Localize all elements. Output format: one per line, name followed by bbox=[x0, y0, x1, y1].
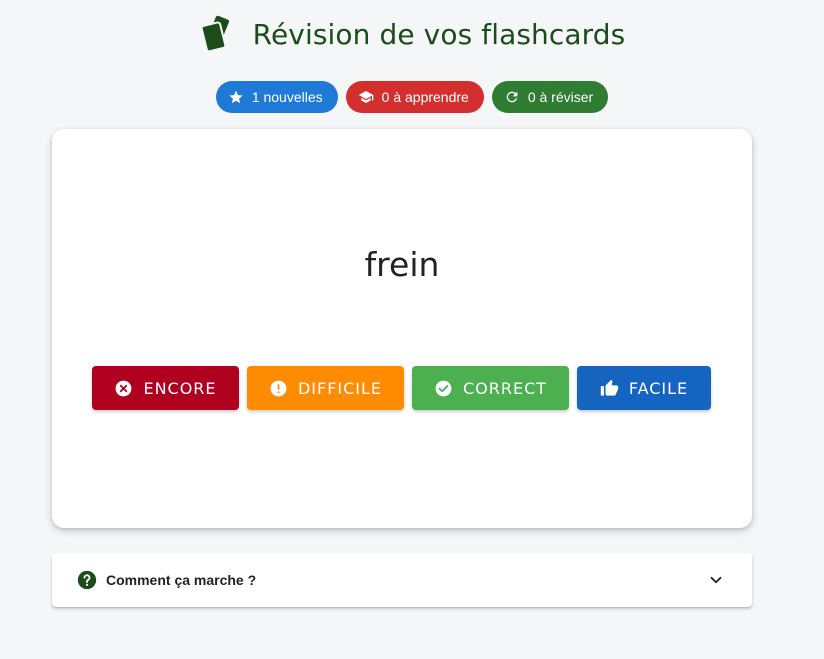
cards-icon bbox=[200, 15, 229, 53]
new-count-badge: 1 nouvelles bbox=[215, 81, 338, 113]
alert-circle-icon bbox=[270, 380, 287, 396]
hard-button-label: Difficile bbox=[297, 378, 383, 398]
flashcard: frein Encore Difficile bbox=[52, 129, 752, 528]
good-button-label: Correct bbox=[462, 378, 548, 398]
new-count-label: 1 nouvelles bbox=[251, 89, 323, 105]
chevron-down-icon[interactable] bbox=[707, 571, 725, 589]
again-button[interactable]: Encore bbox=[92, 366, 239, 410]
help-circle-icon bbox=[77, 570, 97, 590]
good-button[interactable]: Correct bbox=[412, 366, 569, 410]
learn-count-label: 0 à apprendre bbox=[381, 89, 469, 105]
header: Révision de vos flashcards bbox=[0, 15, 824, 53]
thumb-up-icon bbox=[600, 379, 619, 396]
page-title: Révision de vos flashcards bbox=[252, 17, 626, 51]
learn-count-badge: 0 à apprendre bbox=[345, 81, 484, 113]
review-count-badge: 0 à réviser bbox=[491, 81, 609, 113]
graduation-cap-icon bbox=[358, 91, 373, 103]
card-word: frein bbox=[364, 245, 440, 284]
check-circle-icon bbox=[435, 380, 452, 396]
hard-button[interactable]: Difficile bbox=[247, 366, 404, 410]
help-label: Comment ça marche ? bbox=[106, 572, 257, 588]
answer-buttons: Encore Difficile Correct bbox=[92, 366, 711, 410]
cancel-circle-icon bbox=[116, 380, 132, 396]
star-icon bbox=[229, 90, 243, 104]
stats-badges: 1 nouvelles 0 à apprendre 0 à réviser bbox=[0, 81, 824, 113]
easy-button-label: Facile bbox=[628, 378, 689, 398]
review-count-label: 0 à réviser bbox=[527, 89, 594, 105]
refresh-icon bbox=[506, 91, 518, 103]
page: Révision de vos flashcards 1 nouvelles 0… bbox=[0, 0, 824, 659]
help-accordion[interactable]: Comment ça marche ? bbox=[52, 553, 752, 607]
again-button-label: Encore bbox=[143, 378, 217, 398]
easy-button[interactable]: Facile bbox=[577, 366, 711, 410]
